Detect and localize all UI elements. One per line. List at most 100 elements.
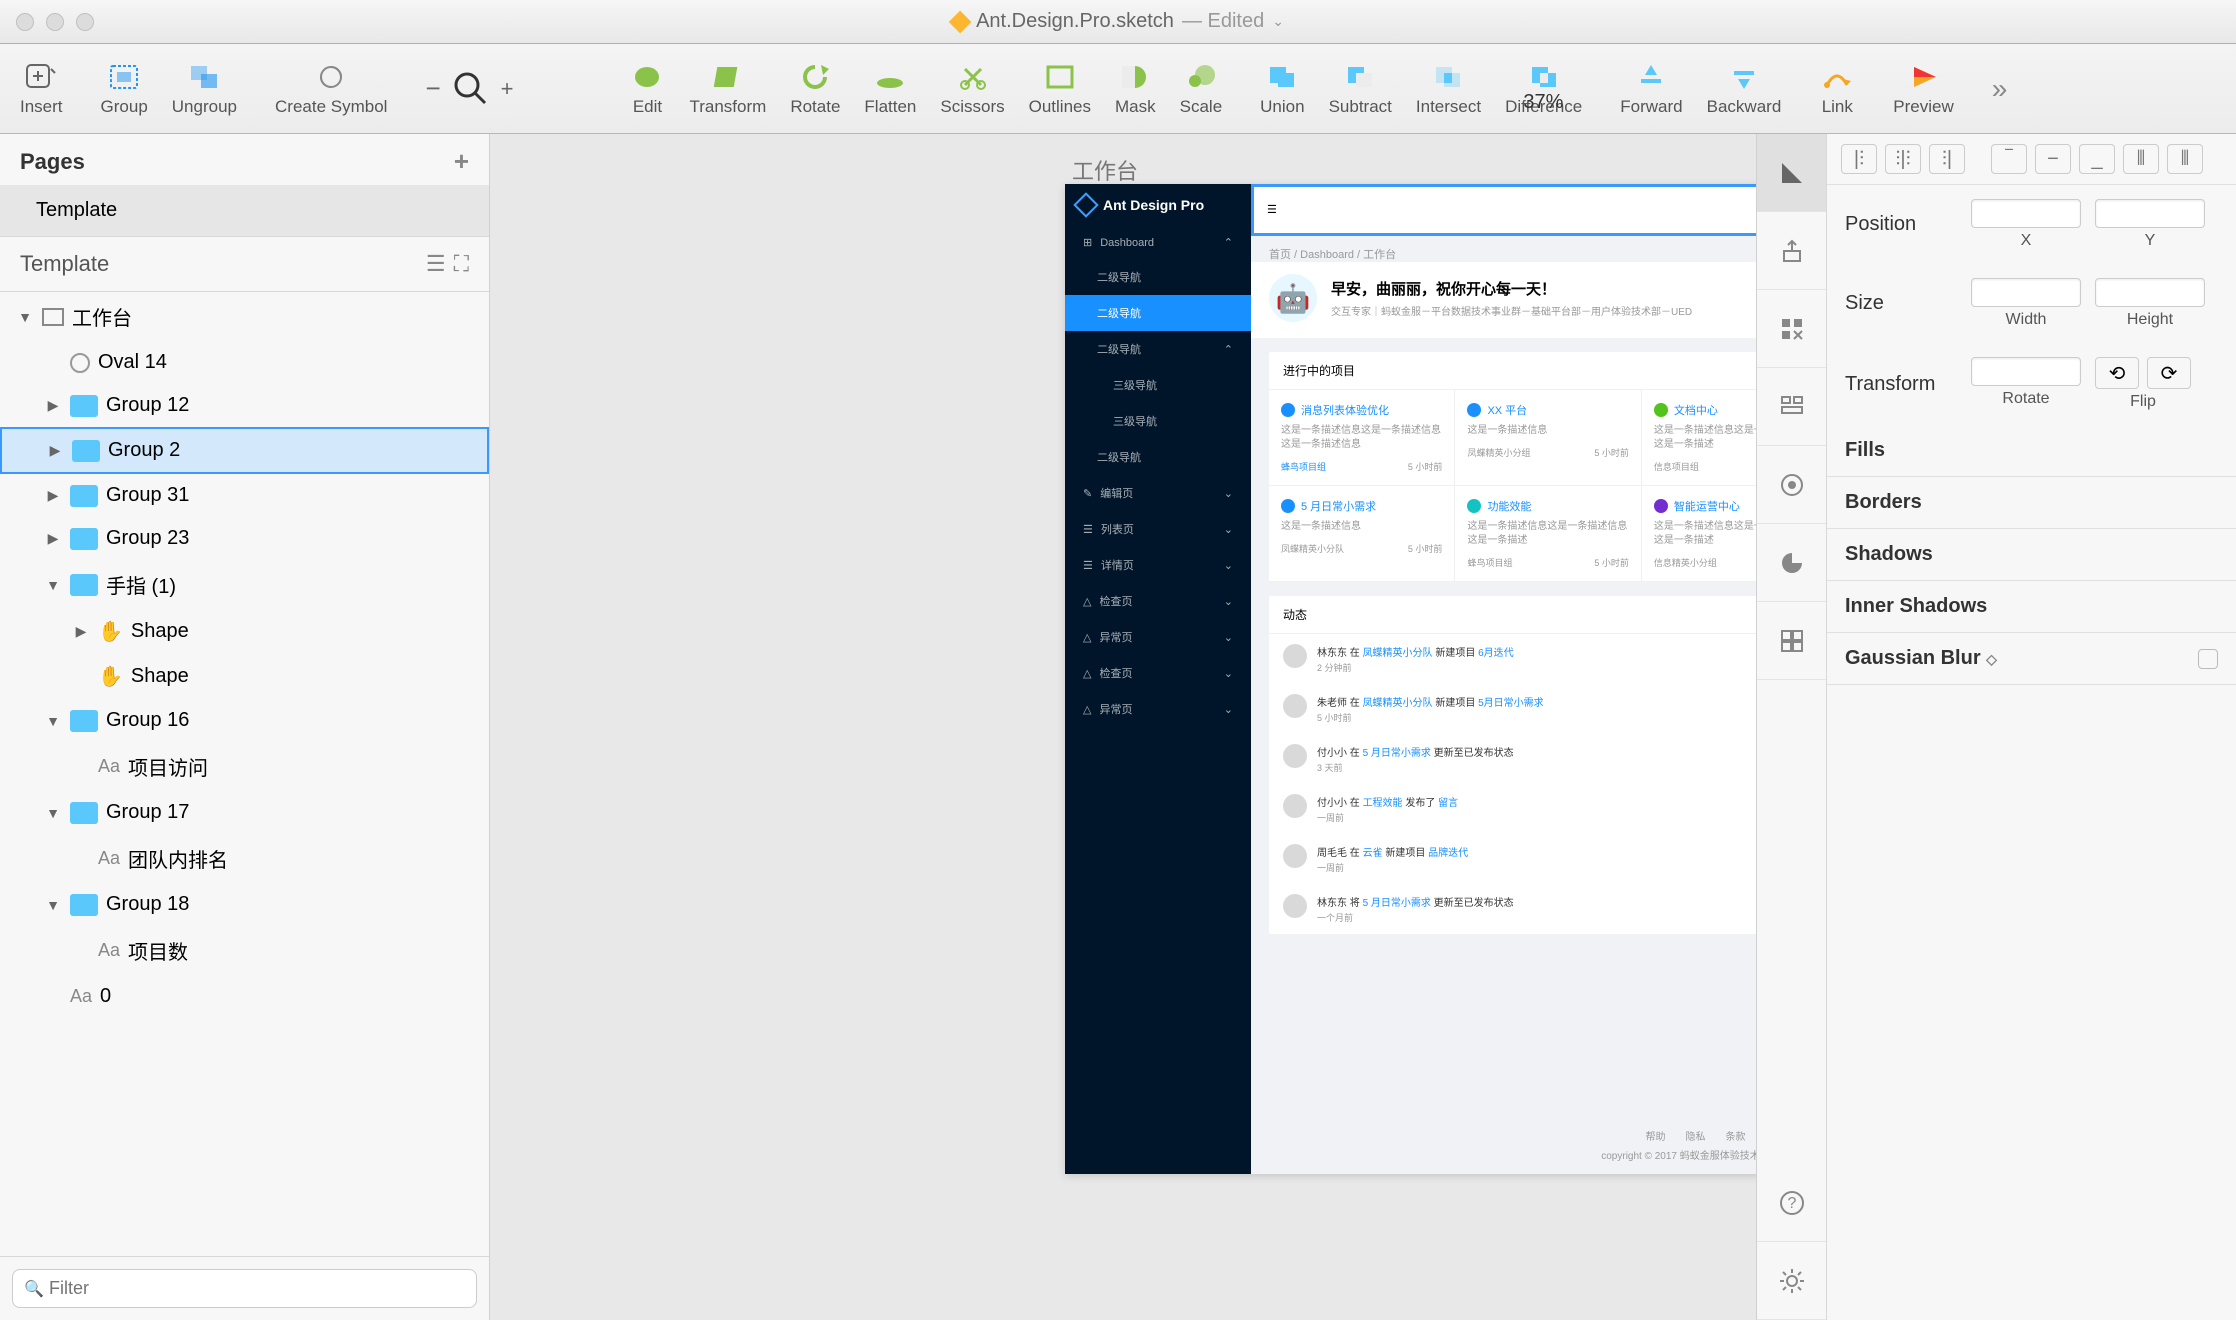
layer-row[interactable]: Aa0 <box>0 975 489 1018</box>
group-tool[interactable]: Group <box>101 61 148 117</box>
canvas[interactable]: 工作台 Ant Design Pro ⊞ Dashboard⌃ 二级导航 二级导… <box>490 134 1756 1320</box>
layer-row[interactable]: Aa项目数 <box>0 926 489 975</box>
close-dot[interactable] <box>16 13 34 31</box>
ad-menu-sub[interactable]: 二级导航 <box>1065 259 1251 295</box>
ungroup-tool[interactable]: Ungroup <box>172 61 237 117</box>
borders-section[interactable]: Borders <box>1827 477 2236 529</box>
project-card[interactable]: 5 月日常小需求这是一条描述信息凤蝶精英小分队5 小时前 <box>1269 486 1455 582</box>
layer-row[interactable]: ▶✋Shape <box>0 609 489 654</box>
distribute-v[interactable]: ⫴ <box>2167 144 2203 174</box>
list-view-icon[interactable]: ☰ <box>426 251 446 277</box>
ad-menu-edit[interactable]: ✎ 编辑页⌄ <box>1065 475 1251 511</box>
layer-label: Group 18 <box>106 893 189 916</box>
align-left[interactable]: |⫶ <box>1841 144 1877 174</box>
flip-v-button[interactable]: ⟳ <box>2147 357 2191 389</box>
expand-icon[interactable]: ⛶ <box>454 251 469 277</box>
ad-menu-sub[interactable]: 三级导航 <box>1065 367 1251 403</box>
inspector: |⫶ ⫶|⫶ ⫶| ‾ − _ ⫴ ⫴ Position X Y Size <box>1827 134 2236 1320</box>
layer-label: 手指 (1) <box>106 570 176 599</box>
layer-row[interactable]: ▼工作台 <box>0 292 489 341</box>
layer-row[interactable]: ▶Group 12 <box>0 384 489 427</box>
menu-toggle-icon[interactable]: ☰ <box>1267 203 1277 216</box>
size-label: Size <box>1845 292 1955 315</box>
blur-checkbox[interactable] <box>2198 649 2218 669</box>
layer-label: Group 12 <box>106 394 189 417</box>
chevron-down-icon[interactable]: ⌄ <box>1272 13 1284 30</box>
align-center-v[interactable]: − <box>2035 144 2071 174</box>
project-card[interactable]: 文档中心这是一条描述信息这是一条描述信息这是一条描述信息项目组5 小时前 <box>1642 390 1756 486</box>
tab-style[interactable] <box>1757 134 1826 212</box>
ad-menu-sub[interactable]: 二级导航⌃ <box>1065 331 1251 367</box>
folder-icon <box>70 574 98 596</box>
flip-h-button[interactable]: ⟲ <box>2095 357 2139 389</box>
ad-menu-list[interactable]: ☰ 列表页⌄ <box>1065 511 1251 547</box>
ad-menu-detail[interactable]: ☰ 详情页⌄ <box>1065 547 1251 583</box>
layer-row[interactable]: ▼Group 18 <box>0 883 489 926</box>
layer-row[interactable]: Aa团队内排名 <box>0 834 489 883</box>
layer-label: Group 16 <box>106 709 189 732</box>
tab-grid[interactable] <box>1757 602 1826 680</box>
window-edited-label: — Edited <box>1182 10 1264 33</box>
welcome-title: 早安，曲丽丽，祝你开心每一天！ <box>1331 278 1756 299</box>
layer-label: Group 17 <box>106 801 189 824</box>
ad-menu-dashboard[interactable]: ⊞ Dashboard⌃ <box>1065 226 1251 259</box>
align-right[interactable]: ⫶| <box>1929 144 1965 174</box>
align-top[interactable]: ‾ <box>1991 144 2027 174</box>
ad-menu-error[interactable]: △ 异常页⌄ <box>1065 619 1251 655</box>
tab-settings[interactable] <box>1757 1242 1826 1320</box>
layer-row[interactable]: ▼手指 (1) <box>0 560 489 609</box>
page-item[interactable]: Template <box>0 185 489 236</box>
activity-item: 周毛毛 在 云雀 新建项目 品牌迭代一周前 <box>1269 834 1756 884</box>
create-symbol-tool[interactable]: Create Symbol <box>275 61 387 117</box>
ad-menu-sub[interactable]: 二级导航 <box>1065 439 1251 475</box>
activity-item: 林东东 在 凤蝶精英小分队 新建项目 6月迭代2 分钟前 <box>1269 634 1756 684</box>
project-card[interactable]: 消息列表体验优化这是一条描述信息这是一条描述信息这是一条描述信息蜂鸟项目组5 小… <box>1269 390 1455 486</box>
layer-row[interactable]: ▼Group 17 <box>0 791 489 834</box>
insert-tool[interactable]: Insert <box>20 61 63 117</box>
minimize-dot[interactable] <box>46 13 64 31</box>
filter-input[interactable] <box>12 1269 477 1308</box>
x-input[interactable] <box>1971 199 2081 228</box>
ad-menu-sub-active[interactable]: 二级导航 <box>1065 295 1251 331</box>
width-input[interactable] <box>1971 278 2081 307</box>
layer-row[interactable]: ▶Group 2 <box>0 427 489 474</box>
rotate-input[interactable] <box>1971 357 2081 386</box>
align-center-h[interactable]: ⫶|⫶ <box>1885 144 1921 174</box>
ad-logo: Ant Design Pro <box>1065 184 1251 226</box>
distribute-h[interactable]: ⫴ <box>2123 144 2159 174</box>
blur-section[interactable]: Gaussian Blur ◇ <box>1827 633 2236 685</box>
artboard[interactable]: Ant Design Pro ⊞ Dashboard⌃ 二级导航 二级导航 二级… <box>1065 184 1756 1174</box>
tab-help[interactable]: ? <box>1757 1164 1826 1242</box>
shadows-section[interactable]: Shadows <box>1827 529 2236 581</box>
align-bottom[interactable]: _ <box>2079 144 2115 174</box>
maximize-dot[interactable] <box>76 13 94 31</box>
tab-symbols[interactable] <box>1757 290 1826 368</box>
project-card[interactable]: 功能效能这是一条描述信息这是一条描述信息这是一条描述蜂鸟项目组5 小时前 <box>1455 486 1641 582</box>
layer-row[interactable]: Oval 14 <box>0 341 489 384</box>
height-input[interactable] <box>2095 278 2205 307</box>
tab-export[interactable] <box>1757 212 1826 290</box>
artboard-title[interactable]: 工作台 <box>1072 154 1138 186</box>
y-input[interactable] <box>2095 199 2205 228</box>
ad-menu-error2[interactable]: △ 异常页⌄ <box>1065 691 1251 727</box>
ad-menu-check2[interactable]: △ 检查页⌄ <box>1065 655 1251 691</box>
tab-prototype[interactable] <box>1757 446 1826 524</box>
pages-header: Pages + <box>0 134 489 185</box>
oval-icon <box>70 353 90 373</box>
hand-icon: ✋ <box>98 664 123 689</box>
layer-row[interactable]: Aa项目访问 <box>0 742 489 791</box>
ad-menu-sub[interactable]: 三级导航 <box>1065 403 1251 439</box>
layer-row[interactable]: ▶Group 31 <box>0 474 489 517</box>
project-card[interactable]: 智能运营中心这是一条描述信息这是一条描述信息这是一条描述信息精英小分组5 小时前 <box>1642 486 1756 582</box>
project-card[interactable]: XX 平台这是一条描述信息凤蝶精英小分组5 小时前 <box>1455 390 1641 486</box>
tab-colors[interactable] <box>1757 524 1826 602</box>
tab-layout[interactable] <box>1757 368 1826 446</box>
fills-section[interactable]: Fills <box>1827 425 2236 477</box>
inner-shadows-section[interactable]: Inner Shadows <box>1827 581 2236 633</box>
layer-row[interactable]: ▼Group 16 <box>0 699 489 742</box>
hand-icon: ✋ <box>98 619 123 644</box>
layer-row[interactable]: ✋Shape <box>0 654 489 699</box>
layer-row[interactable]: ▶Group 23 <box>0 517 489 560</box>
ad-menu-check[interactable]: △ 检查页⌄ <box>1065 583 1251 619</box>
add-page-button[interactable]: + <box>454 146 469 177</box>
